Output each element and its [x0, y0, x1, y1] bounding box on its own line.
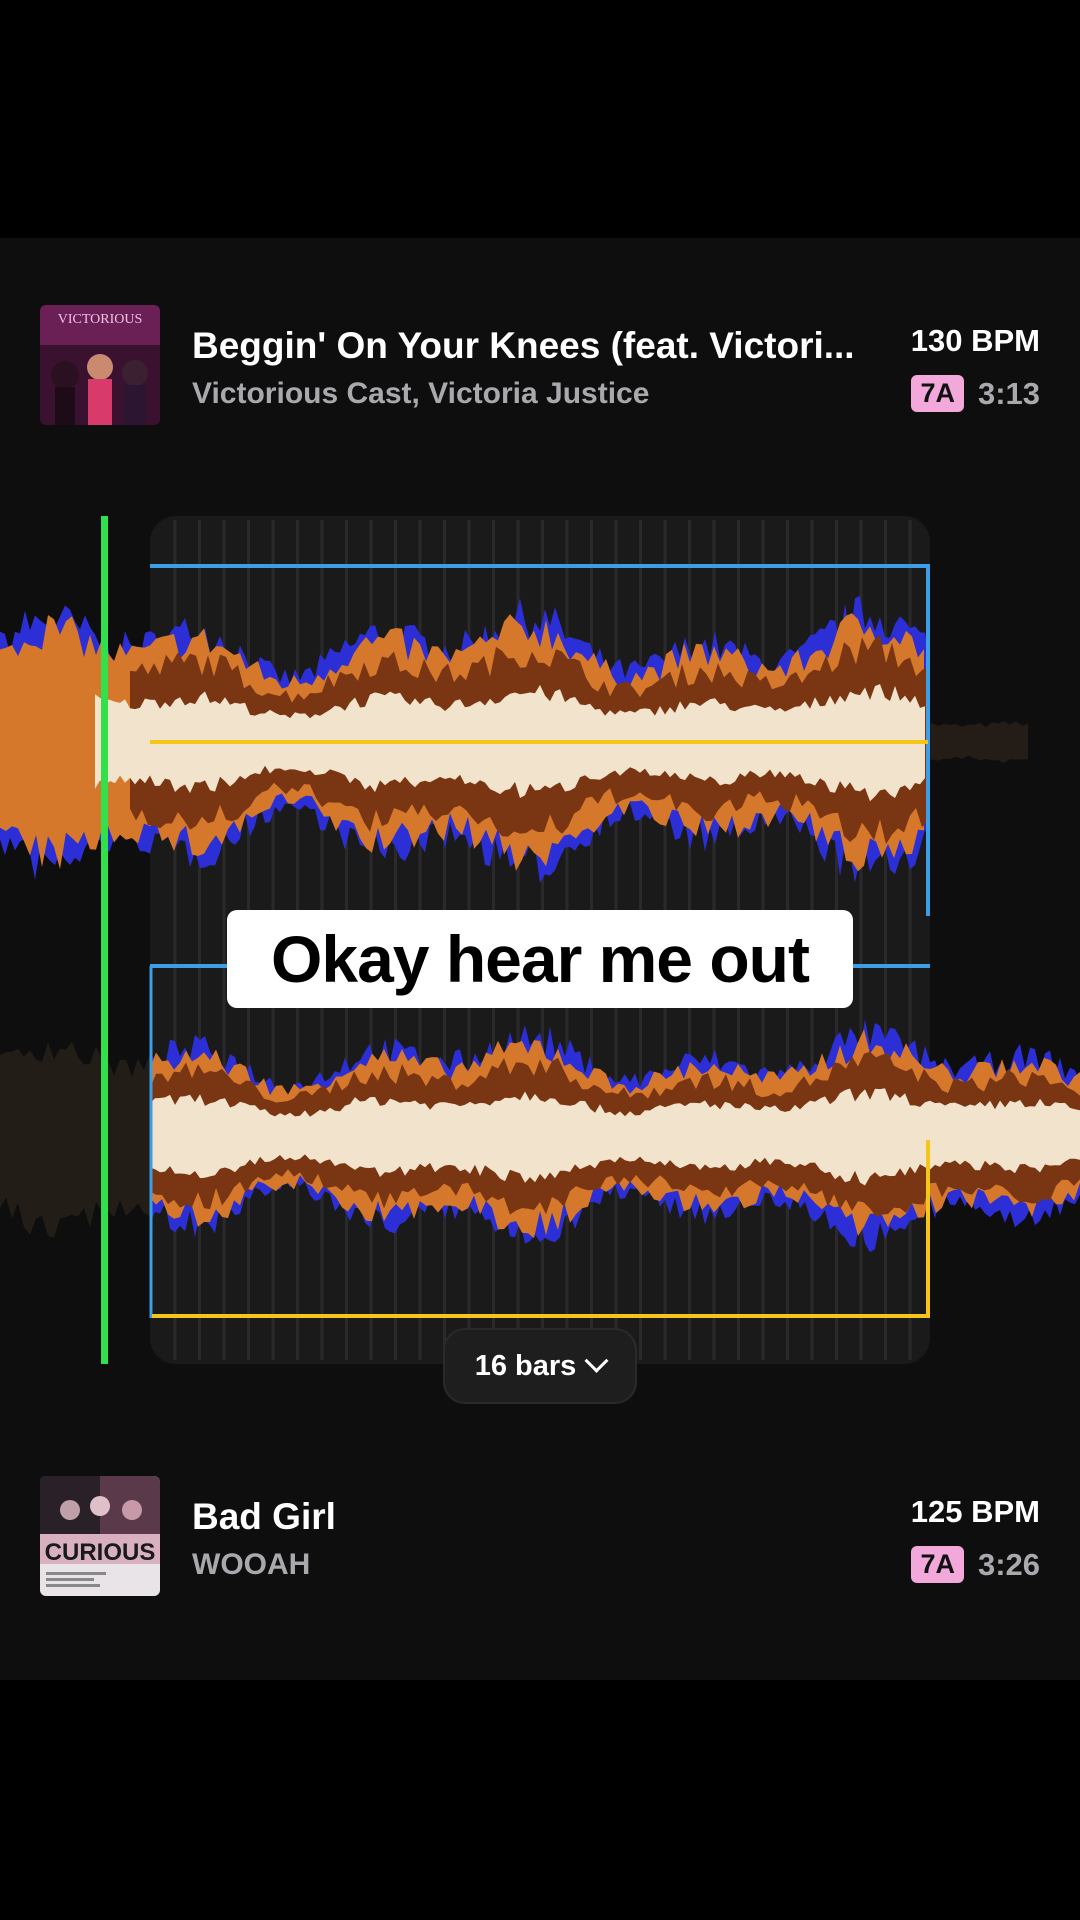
track-b-bpm: 125 BPM — [910, 1494, 1040, 1529]
track-a-key-badge: 7A — [911, 375, 964, 412]
track-a-meta: 7A 3:13 — [911, 375, 1040, 412]
track-b-title: Bad Girl — [192, 1496, 336, 1537]
chevron-down-icon — [584, 1348, 609, 1373]
track-b-album-art: CURIOUS — [40, 1476, 160, 1596]
track-a-title: Beggin' On Your Knees (feat. Victori... — [192, 325, 855, 366]
playhead[interactable] — [101, 516, 108, 1364]
caption-overlay: Okay hear me out — [227, 910, 853, 1008]
track-a-duration: 3:13 — [977, 375, 1040, 411]
track-a-bpm: 130 BPM — [910, 323, 1040, 358]
track-b-duration: 3:26 — [977, 1546, 1040, 1582]
track-b-artist: WOOAH — [192, 1548, 311, 1581]
loop-length-label: 16 bars — [474, 1349, 577, 1382]
track-a-artist: Victorious Cast, Victoria Justice — [192, 377, 650, 410]
track-b-art-logo: CURIOUS — [45, 1539, 156, 1566]
track-a-album-art: VICTORIOUS — [40, 305, 160, 425]
track-a-header[interactable]: VICTORIOUS Beggin' On Your Knees (feat. … — [40, 305, 1040, 427]
track-b-meta: 7A 3:26 — [911, 1546, 1040, 1583]
track-b-key-badge: 7A — [911, 1546, 964, 1583]
track-a-art-logo: VICTORIOUS — [58, 312, 143, 327]
track-b-header[interactable]: CURIOUS Bad Girl WOOAH 125 BPM 7A 3:26 — [40, 1476, 1040, 1598]
loop-length-selector[interactable]: 16 bars — [443, 1328, 637, 1404]
